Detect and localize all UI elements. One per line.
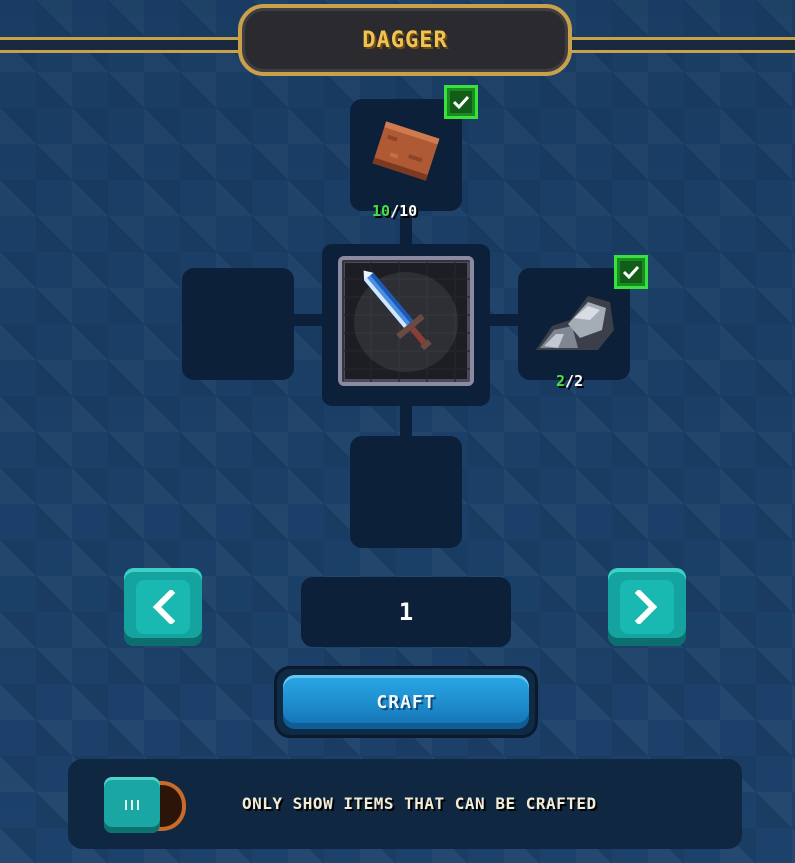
sword-icon (363, 270, 432, 351)
result-frame[interactable] (338, 256, 474, 386)
connector-bottom (400, 404, 412, 438)
ready-check-top (444, 85, 478, 119)
ingredient-count-right: 2/2 (556, 372, 584, 390)
ingredient-slot-bottom[interactable] (350, 436, 462, 548)
craftable-filter-toggle[interactable] (104, 777, 188, 833)
title-plate: DAGGER (238, 4, 572, 76)
craft-label: CRAFT (376, 691, 436, 713)
connector-right (488, 314, 520, 326)
ingredient-slot-left[interactable] (182, 268, 294, 380)
quantity-value: 1 (398, 598, 414, 626)
decrease-quantity-button[interactable] (124, 568, 202, 646)
chevron-right-icon (634, 590, 658, 624)
filter-label: ONLY SHOW ITEMS THAT CAN BE CRAFTED (242, 794, 597, 813)
connector-left (292, 314, 324, 326)
toggle-grip-icon (125, 800, 139, 810)
ready-check-right (614, 255, 648, 289)
checkmark-icon (623, 265, 639, 279)
ingredient-count-top: 10/10 (372, 202, 418, 220)
quantity-display: 1 (301, 577, 511, 647)
page-title: DAGGER (362, 27, 448, 53)
craft-button[interactable]: CRAFT (274, 666, 538, 738)
checkmark-icon (453, 95, 469, 109)
increase-quantity-button[interactable] (608, 568, 686, 646)
chevron-left-icon (152, 590, 176, 624)
